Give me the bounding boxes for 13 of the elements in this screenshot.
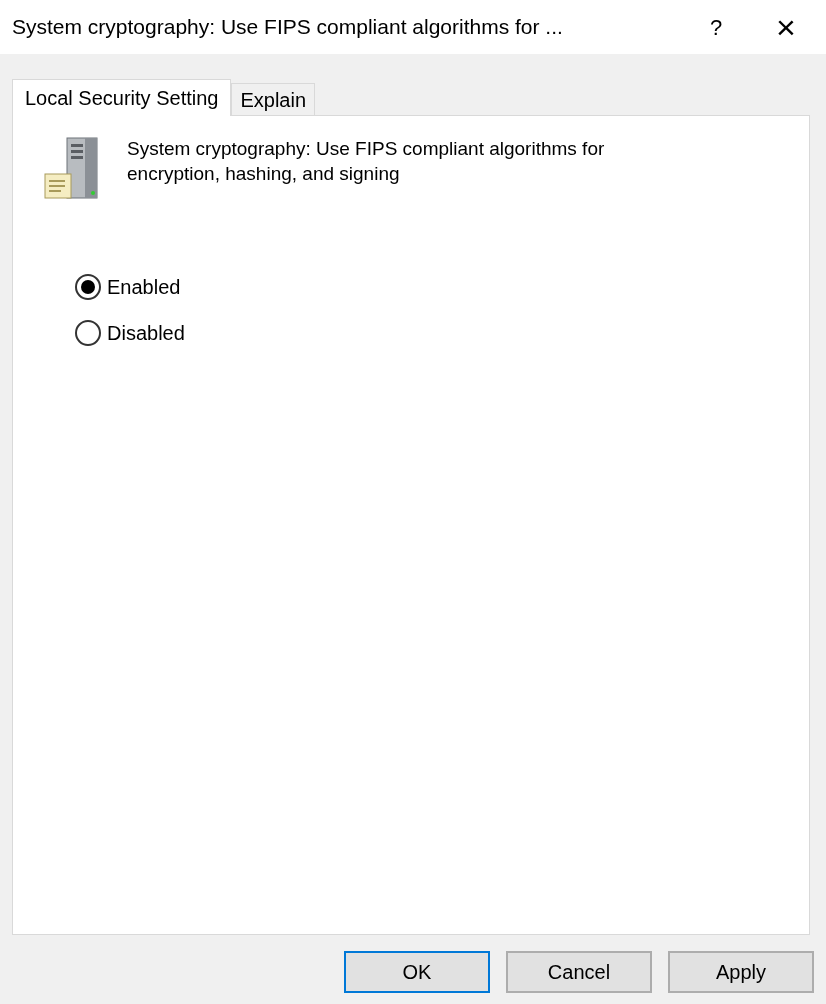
radio-label[interactable]: Enabled xyxy=(107,272,181,302)
dialog-button[interactable]: Apply xyxy=(668,951,814,993)
dialog-button[interactable]: Cancel xyxy=(506,951,652,993)
radio-label[interactable]: Disabled xyxy=(107,318,185,348)
tab[interactable]: Explain xyxy=(231,83,316,115)
close-button[interactable]: × xyxy=(746,0,826,54)
window-title: System cryptography: Use FIPS compliant algorithms for ... xyxy=(12,14,564,41)
tab[interactable]: Local Security Setting xyxy=(12,79,232,116)
dialog-button[interactable]: OK xyxy=(344,951,490,993)
radio-button[interactable] xyxy=(75,320,101,346)
radio-button[interactable] xyxy=(75,274,101,300)
help-button[interactable]: ? xyxy=(686,0,746,54)
policy-description: System cryptography: Use FIPS compliant algorithms for encryption, hashing, and signing xyxy=(127,137,606,186)
